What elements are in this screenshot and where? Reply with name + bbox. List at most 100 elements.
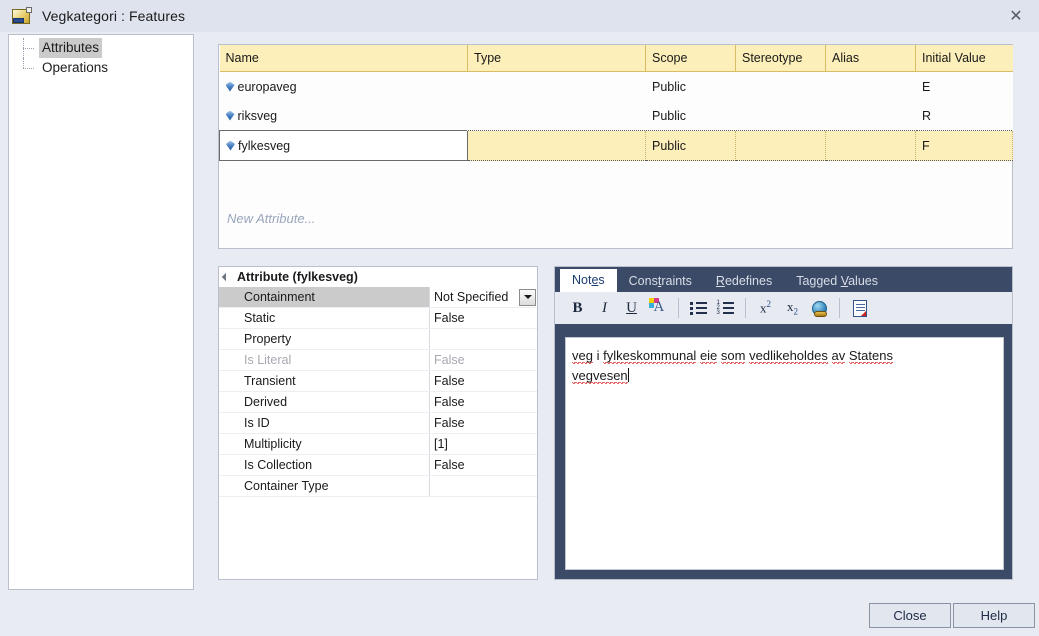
- property-value[interactable]: [429, 476, 537, 496]
- property-value[interactable]: False: [429, 371, 537, 391]
- numbered-list-icon[interactable]: 1 2 3: [713, 296, 738, 320]
- property-value[interactable]: [1]: [429, 434, 537, 454]
- bold-icon[interactable]: B: [565, 296, 590, 320]
- property-name: Transient: [244, 374, 296, 388]
- property-value[interactable]: [429, 329, 537, 349]
- table-row[interactable]: fylkesveg Public F: [219, 130, 1013, 161]
- cell-scope[interactable]: Public: [645, 101, 736, 131]
- property-name: Is ID: [244, 416, 270, 430]
- cell-stereotype[interactable]: [735, 71, 826, 101]
- close-icon[interactable]: ✕: [993, 0, 1039, 32]
- notes-line-2: vegvesen: [572, 366, 997, 386]
- tab-redefines[interactable]: Redefines: [704, 270, 784, 292]
- table-header-row: Name Type Scope Stereotype Alias Initial…: [219, 45, 1013, 72]
- cell-name[interactable]: europaveg: [219, 71, 468, 101]
- property-value[interactable]: False: [429, 413, 537, 433]
- tab-tagged-values-key: V: [840, 274, 849, 288]
- cell-name[interactable]: riksveg: [219, 101, 468, 131]
- cell-alias[interactable]: [825, 130, 916, 161]
- notes-word: veg: [572, 348, 593, 364]
- close-button[interactable]: Close: [869, 603, 951, 628]
- new-attribute-row[interactable]: New Attribute...: [227, 211, 315, 226]
- subscript-icon[interactable]: x2: [780, 296, 805, 320]
- property-name: Is Collection: [244, 458, 313, 472]
- property-row-is-collection[interactable]: Is Collection False: [219, 455, 537, 476]
- underline-icon[interactable]: U: [619, 296, 644, 320]
- cell-alias[interactable]: [825, 71, 916, 101]
- property-value[interactable]: False: [429, 455, 537, 475]
- bullet-list-icon[interactable]: [686, 296, 711, 320]
- cell-initial-value[interactable]: E: [915, 71, 1013, 101]
- window-title: Vegkategori : Features: [42, 8, 186, 24]
- tab-tagged-values[interactable]: Tagged Values: [784, 270, 890, 292]
- property-name: Property: [244, 332, 292, 346]
- attribute-name-text: europaveg: [237, 79, 297, 94]
- property-name: Static: [244, 311, 276, 325]
- column-header-alias[interactable]: Alias: [825, 45, 916, 72]
- cell-type[interactable]: [467, 101, 646, 131]
- column-header-initial-value[interactable]: Initial Value: [915, 45, 1013, 72]
- font-color-icon[interactable]: A: [646, 296, 671, 320]
- notes-word: vegvesen: [572, 368, 628, 384]
- tree-item-attributes[interactable]: Attributes: [9, 38, 193, 58]
- tab-notes[interactable]: Notes: [560, 269, 617, 292]
- tab-notes-post: s: [598, 273, 605, 287]
- chevron-down-icon[interactable]: [519, 288, 536, 306]
- property-row-multiplicity[interactable]: Multiplicity [1]: [219, 434, 537, 455]
- property-row-container-type[interactable]: Container Type: [219, 476, 537, 497]
- cell-type[interactable]: [467, 71, 646, 101]
- property-grid-header[interactable]: Attribute (fylkesveg): [219, 267, 537, 287]
- feature-tree: Attributes Operations: [9, 35, 193, 78]
- italic-icon[interactable]: I: [592, 296, 617, 320]
- cell-initial-value[interactable]: F: [915, 130, 1013, 161]
- cell-stereotype[interactable]: [735, 130, 826, 161]
- cell-name[interactable]: fylkesveg: [219, 130, 468, 161]
- help-button[interactable]: Help: [953, 603, 1035, 628]
- feature-tree-panel: Attributes Operations: [8, 34, 194, 590]
- property-name: Derived: [244, 395, 288, 409]
- tab-constraints[interactable]: Constraints: [617, 270, 704, 292]
- property-value[interactable]: False: [429, 392, 537, 412]
- toolbar-separator: [678, 298, 679, 318]
- notes-text-area[interactable]: veg i fylkeskommunal eie som vedlikehold…: [565, 337, 1004, 570]
- cell-alias[interactable]: [825, 101, 916, 131]
- tree-item-label: Attributes: [39, 38, 103, 58]
- tree-line-vertical: [23, 58, 25, 68]
- property-row-property[interactable]: Property: [219, 329, 537, 350]
- cell-type[interactable]: [467, 130, 646, 161]
- superscript-icon[interactable]: x2: [753, 296, 778, 320]
- hyperlink-icon[interactable]: [807, 296, 832, 320]
- column-header-stereotype[interactable]: Stereotype: [735, 45, 826, 72]
- property-grid: Containment Not Specified Static False P…: [219, 287, 537, 497]
- property-row-containment[interactable]: Containment Not Specified: [219, 287, 537, 308]
- cell-scope[interactable]: Public: [645, 130, 736, 161]
- property-row-is-id[interactable]: Is ID False: [219, 413, 537, 434]
- notes-tabstrip: Notes Constraints Redefines Tagged Value…: [555, 267, 1012, 292]
- tree-item-operations[interactable]: Operations: [9, 58, 193, 78]
- property-name: Is Literal: [244, 353, 292, 367]
- cell-initial-value[interactable]: R: [915, 101, 1013, 131]
- column-header-scope[interactable]: Scope: [645, 45, 736, 72]
- notes-word: vedlikeholdes: [749, 348, 828, 364]
- toolbar-separator: [745, 298, 746, 318]
- property-value[interactable]: False: [429, 308, 537, 328]
- notes-line-1: veg i fylkeskommunal eie som vedlikehold…: [572, 346, 997, 366]
- table-row[interactable]: riksveg Public R: [219, 101, 1013, 131]
- cell-stereotype[interactable]: [735, 101, 826, 131]
- attribute-property-grid-panel: Attribute (fylkesveg) Containment Not Sp…: [218, 266, 538, 580]
- column-header-name[interactable]: Name: [219, 45, 468, 72]
- property-row-derived[interactable]: Derived False: [219, 392, 537, 413]
- table-row[interactable]: europaveg Public E: [219, 71, 1013, 101]
- tab-tagged-values-post: alues: [848, 274, 878, 288]
- collapse-triangle-icon[interactable]: [221, 272, 231, 282]
- insert-document-icon[interactable]: [847, 296, 872, 320]
- attributes-panel: Name Type Scope Stereotype Alias Initial…: [218, 44, 1013, 249]
- containment-dropdown[interactable]: Not Specified: [430, 287, 537, 307]
- property-value[interactable]: Not Specified: [429, 287, 537, 307]
- column-header-type[interactable]: Type: [467, 45, 646, 72]
- property-row-static[interactable]: Static False: [219, 308, 537, 329]
- property-name: Container Type: [244, 479, 329, 493]
- cell-scope[interactable]: Public: [645, 71, 736, 101]
- notes-word: fylkeskommunal: [603, 348, 697, 364]
- property-row-transient[interactable]: Transient False: [219, 371, 537, 392]
